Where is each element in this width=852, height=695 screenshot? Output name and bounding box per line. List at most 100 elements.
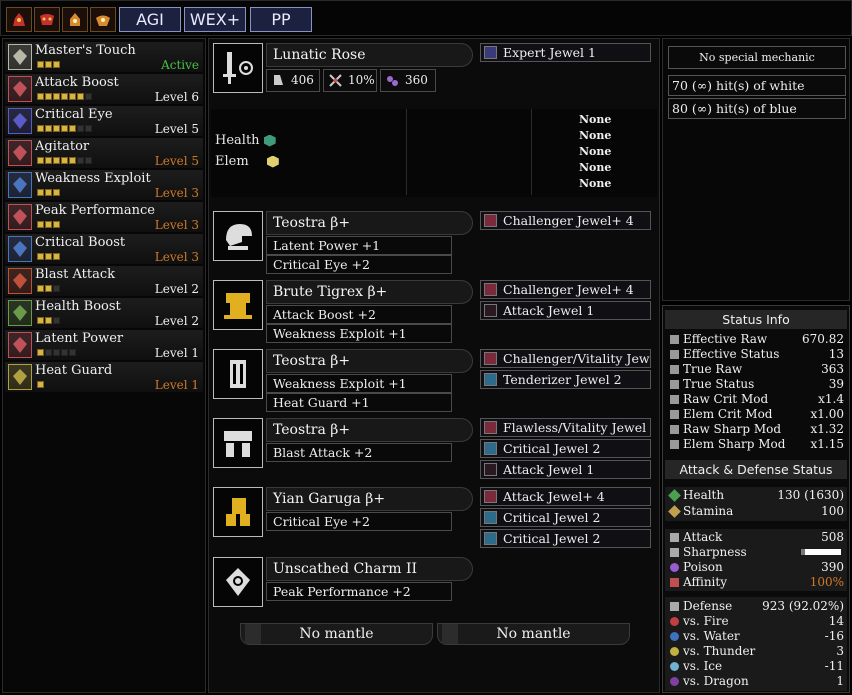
tag-wex[interactable]: WEX+ (184, 7, 246, 32)
mantle-slot-icon[interactable] (6, 7, 32, 32)
weapon-icon[interactable] (213, 43, 263, 93)
equipment-panel: Lunatic Rose 406 10% 360 Expert Jewel 1 … (208, 38, 660, 693)
armor-name[interactable]: Yian Garuga β+ (266, 487, 473, 511)
attack-icon (274, 75, 283, 85)
mantle-slot-icon[interactable] (90, 7, 116, 32)
jewel-name: Tenderizer Jewel 2 (503, 372, 622, 387)
armor-jewel[interactable]: Attack Jewel 1 (480, 301, 651, 320)
skill-pip (69, 125, 76, 132)
skill-row[interactable]: Agitator Level 5 (5, 138, 203, 168)
armor-jewel[interactable]: Attack Jewel 1 (480, 460, 651, 479)
skill-row[interactable]: Blast Attack Level 2 (5, 266, 203, 296)
skill-level: Active (161, 58, 199, 72)
skill-row[interactable]: Critical Boost Level 3 (5, 234, 203, 264)
skill-pip (77, 157, 84, 164)
attack-defense-title: Attack & Defense Status (665, 460, 847, 479)
mechanic-label: No special mechanic (668, 46, 846, 69)
skill-row[interactable]: Latent Power Level 1 (5, 330, 203, 360)
status-row: True Status 39 (665, 377, 847, 392)
health-group: Health 130 (1630) Stamina 100 (665, 487, 847, 521)
stat-label: vs. Water (683, 629, 740, 643)
resist-icon (670, 647, 679, 656)
skill-pip (37, 221, 44, 228)
status-icon (670, 350, 679, 359)
helm-icon (226, 224, 252, 250)
armor-jewel[interactable]: Critical Jewel 2 (480, 529, 651, 548)
stat-value: 923 (92.02%) (762, 599, 844, 613)
armor-jewel[interactable]: Challenger Jewel+ 4 (480, 211, 651, 230)
weapon-jewel[interactable]: Expert Jewel 1 (480, 43, 651, 62)
mantle-label: No mantle (496, 626, 571, 642)
jewel-name: Attack Jewel+ 4 (503, 489, 605, 504)
armor-icon[interactable] (213, 418, 263, 468)
skill-row[interactable]: Critical Eye Level 5 (5, 106, 203, 136)
charm-name[interactable]: Unscathed Charm II (266, 557, 473, 581)
skill-pip (85, 157, 92, 164)
skill-row[interactable]: Heat Guard Level 1 (5, 362, 203, 392)
mantle-slot[interactable]: No mantle (437, 623, 630, 645)
jewel-name: Expert Jewel 1 (503, 45, 596, 60)
skill-row[interactable]: Weakness Exploit Level 3 (5, 170, 203, 200)
armor-icon[interactable] (213, 280, 263, 330)
skill-pip (85, 125, 92, 132)
mantle-slot-icon[interactable] (34, 7, 60, 32)
skill-row[interactable]: Master's Touch Active (5, 42, 203, 72)
mantle-slot-icon[interactable] (62, 7, 88, 32)
hits-blue: 80 (∞) hit(s) of blue (668, 98, 846, 119)
skill-pip (37, 381, 44, 388)
stat-value: 39 (828, 377, 844, 391)
health-gem-icon (263, 134, 276, 147)
armor-jewel[interactable]: Critical Jewel 2 (480, 508, 651, 527)
armor-jewel[interactable]: Flawless/Vitality Jewel 4 (480, 418, 651, 437)
skill-pip (61, 125, 68, 132)
skill-name: Critical Eye (35, 107, 113, 122)
armor-jewel[interactable]: Critical Jewel 2 (480, 439, 651, 458)
armor-icon[interactable] (213, 487, 263, 537)
sharpness-icon (670, 548, 679, 557)
tag-pp[interactable]: PP (250, 7, 312, 32)
skill-row[interactable]: Peak Performance Level 3 (5, 202, 203, 232)
tag-agi[interactable]: AGI (119, 7, 181, 32)
armor-name[interactable]: Teostra β+ (266, 418, 473, 442)
status-icon (670, 440, 679, 449)
skill-pip (37, 285, 44, 292)
armor-jewel[interactable]: Challenger/Vitality Jewel 4 (480, 349, 651, 368)
armor-icon[interactable] (213, 349, 263, 399)
mantle-slot[interactable]: No mantle (240, 623, 433, 645)
stat-value: 100% (809, 575, 844, 589)
status-row: True Raw 363 (665, 362, 847, 377)
armor-jewel[interactable]: Attack Jewel+ 4 (480, 487, 651, 506)
jewel-slot-icon (484, 490, 497, 503)
mechanic-panel: No special mechanic 70 (∞) hit(s) of whi… (662, 38, 850, 301)
stamina-icon (668, 505, 681, 518)
stat-value: 13 (828, 347, 844, 361)
skill-pips (37, 157, 92, 164)
stat-label: Raw Sharp Mod (683, 422, 782, 436)
armor-jewel[interactable]: Challenger Jewel+ 4 (480, 280, 651, 299)
resist-row: vs. Water -16 (665, 629, 847, 644)
skill-row[interactable]: Attack Boost Level 6 (5, 74, 203, 104)
skill-name: Health Boost (35, 299, 121, 314)
skill-name: Attack Boost (35, 75, 119, 90)
hits-white: 70 (∞) hit(s) of white (668, 75, 846, 96)
none-value: None (579, 177, 612, 190)
skill-level: Level 3 (154, 186, 199, 200)
weapon-name[interactable]: Lunatic Rose (266, 43, 473, 67)
armor-icon[interactable] (213, 211, 263, 261)
top-bar: AGI WEX+ PP (0, 0, 852, 36)
armor-name[interactable]: Teostra β+ (266, 349, 473, 373)
skill-level: Level 6 (154, 90, 199, 104)
skill-row[interactable]: Health Boost Level 2 (5, 298, 203, 328)
none-value: None (579, 145, 612, 158)
skill-pips (37, 93, 92, 100)
attack-group: Attack 508 Sharpness Poison 390 Affinity 10… (665, 529, 847, 591)
armor-name[interactable]: Teostra β+ (266, 211, 473, 235)
armor-jewel[interactable]: Tenderizer Jewel 2 (480, 370, 651, 389)
charm-icon[interactable] (213, 557, 263, 607)
skill-pips (37, 189, 60, 196)
stat-value: 508 (821, 530, 844, 544)
status-icon (670, 335, 679, 344)
jewel-slot-icon (484, 511, 497, 524)
armor-name[interactable]: Brute Tigrex β+ (266, 280, 473, 304)
skill-level: Level 2 (154, 314, 199, 328)
